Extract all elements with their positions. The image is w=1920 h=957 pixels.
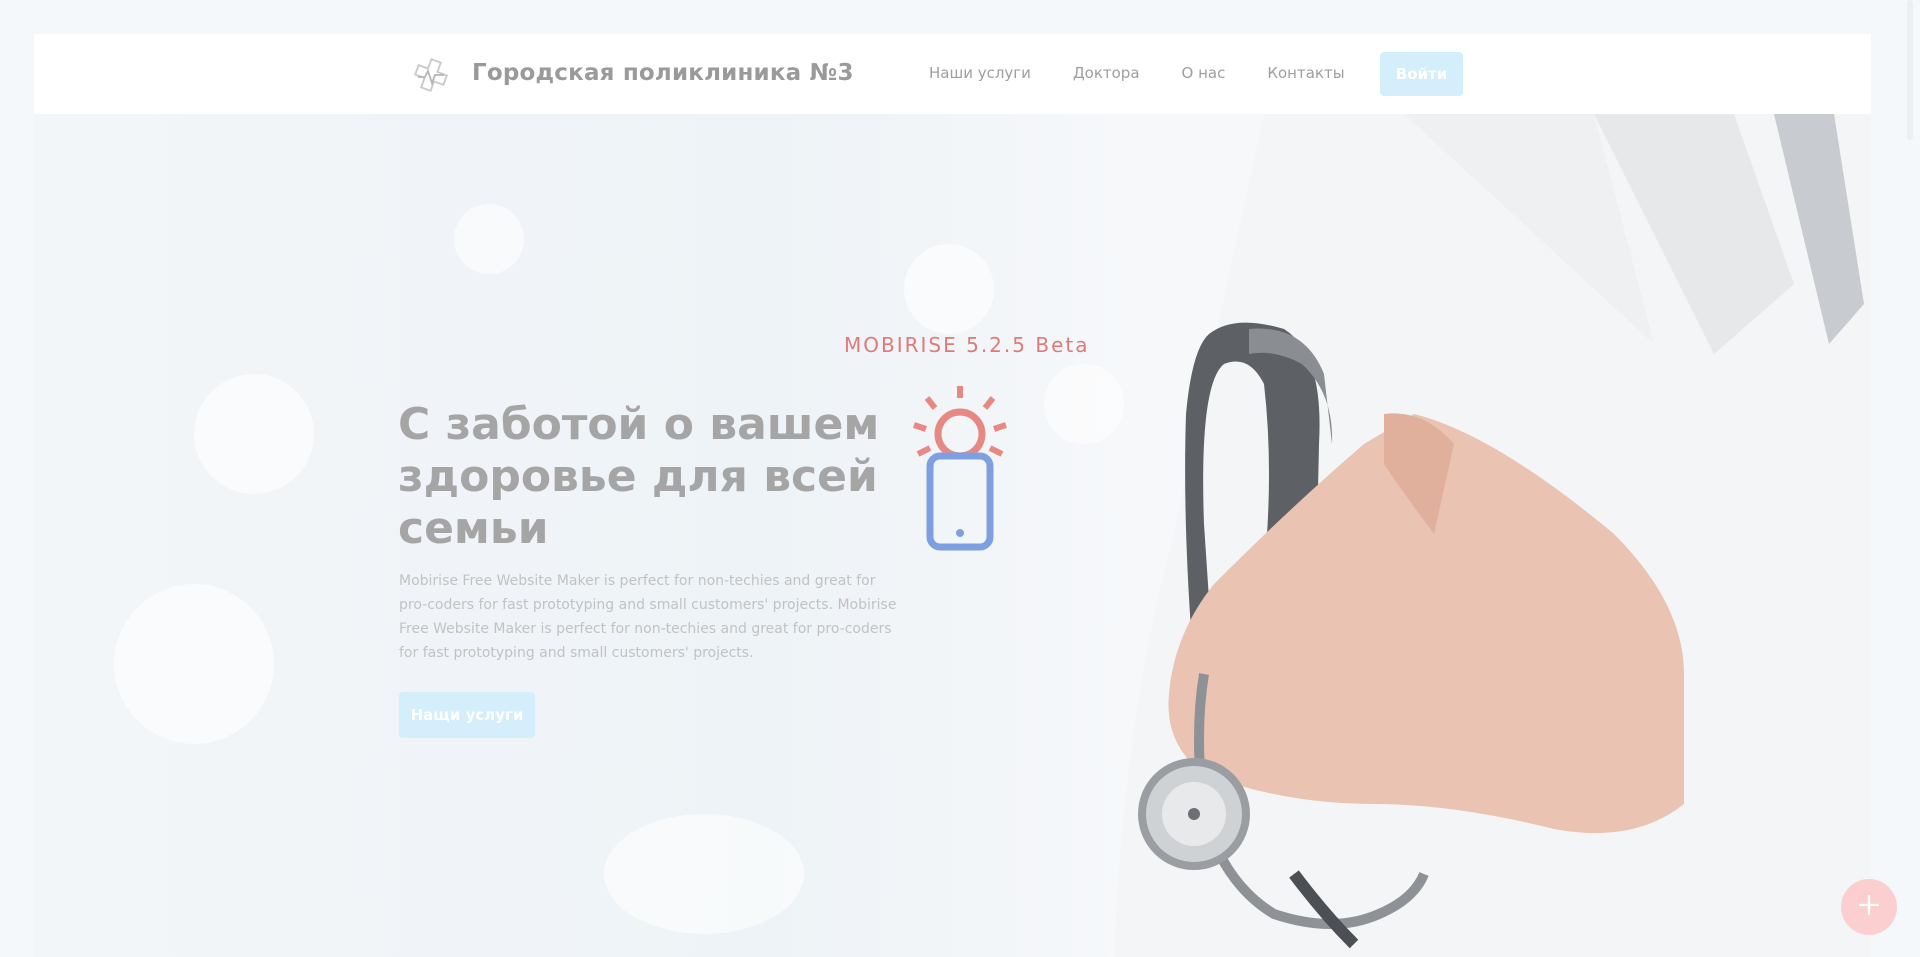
services-button[interactable]: Нащи услуги [399,692,535,738]
hero-title: С заботой о вашем здоровье для всей семь… [398,399,880,554]
phone-sun-icon [912,386,1008,556]
login-button[interactable]: Войти [1380,52,1463,96]
medical-cross-logo-icon[interactable] [412,56,450,94]
mobirise-version-badge: MOBIRISE 5.2.5 Beta [844,333,1090,357]
main-nav: Наши услуги Доктора О нас Контакты [929,64,1387,82]
nav-link-contacts[interactable]: Контакты [1267,64,1344,82]
add-block-fab[interactable] [1841,879,1897,935]
brand-name[interactable]: Городская поликлиника №3 [472,60,854,86]
plus-icon [1858,894,1880,920]
hero-description: Mobirise Free Website Maker is perfect f… [399,573,897,661]
page-scrollbar[interactable] [1907,0,1913,140]
nav-link-doctors[interactable]: Доктора [1073,64,1140,82]
nav-link-about[interactable]: О нас [1182,64,1226,82]
navbar: Городская поликлиника №3 Наши услуги Док… [34,34,1871,114]
nav-link-services[interactable]: Наши услуги [929,64,1031,82]
